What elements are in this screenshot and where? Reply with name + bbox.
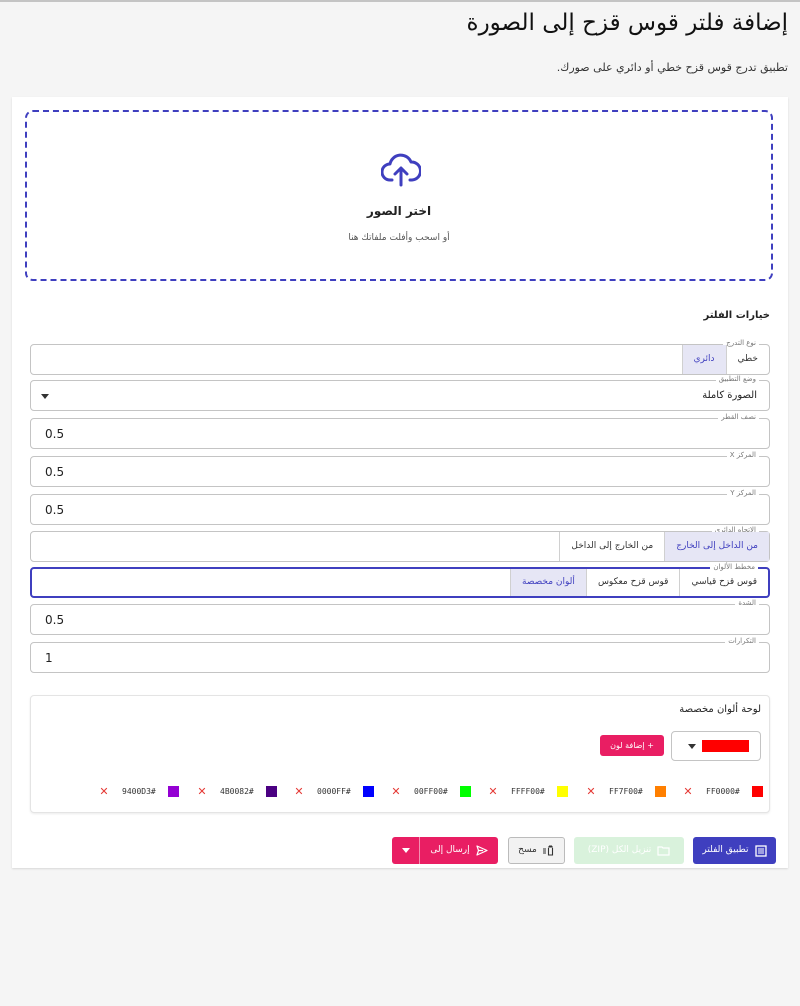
plus-icon: + [647, 741, 654, 750]
send-icon [476, 845, 488, 856]
apply-filter-label: تطبيق الفلتر [702, 845, 749, 855]
add-color-label: إضافة لون [610, 741, 645, 750]
center-x-label: المركز X [726, 451, 759, 460]
repetitions-value: 1 [45, 651, 53, 665]
color-picker[interactable] [671, 731, 761, 761]
color-hex-code: FFFF00# [511, 786, 545, 796]
radius-value: 0.5 [45, 427, 65, 441]
send-to-button[interactable]: إرسال إلى [420, 837, 498, 864]
palette-color-chip: ✕ 0000FF# [293, 784, 374, 798]
page-title: إضافة فلتر قوس قزح إلى الصورة [466, 10, 788, 36]
tool-card: اختر الصور أو اسحب وأفلت ملفاتك هنا خيار… [12, 97, 788, 868]
color-hex-code: FF7F00# [609, 786, 643, 796]
color-swatch [266, 785, 277, 797]
color-hex-code: 00FF00# [414, 786, 448, 796]
center-y-field[interactable]: المركز Y 0.5 [30, 489, 770, 525]
remove-color-icon[interactable]: ✕ [585, 785, 597, 798]
gradient-type-toggle: خطي دائري [681, 345, 769, 374]
color-swatch [460, 785, 471, 797]
gradient-linear-option[interactable]: خطي [725, 345, 769, 374]
remove-color-icon[interactable]: ✕ [293, 785, 305, 798]
remove-color-icon[interactable]: ✕ [390, 785, 402, 798]
file-dropzone[interactable]: اختر الصور أو اسحب وأفلت ملفاتك هنا [25, 110, 773, 281]
palette-color-chip: ✕ 00FF00# [390, 784, 471, 798]
filter-icon [754, 844, 767, 857]
apply-mode-label: وضع التطبيق [715, 375, 759, 384]
custom-palette: لوحة ألوان مخصصة + إضافة لون ✕ FF0000# ✕ FF… [30, 695, 770, 813]
chevron-down-icon [401, 848, 410, 853]
center-x-field[interactable]: المركز X 0.5 [30, 451, 770, 487]
dropzone-title: اختر الصور [366, 204, 432, 218]
color-swatch [655, 785, 666, 797]
color-hex-code: FF0000# [706, 786, 740, 796]
chevron-down-icon [688, 744, 696, 749]
radius-field[interactable]: نصف القطر 0.5 [30, 413, 770, 449]
intensity-field[interactable]: الشدة 0.5 [30, 599, 770, 635]
dropzone-subtitle: أو اسحب وأفلت ملفاتك هنا [348, 233, 450, 243]
direction-outside-in-option[interactable]: من الخارج إلى الداخل [559, 532, 664, 561]
palette-color-chip: ✕ FF0000# [682, 784, 763, 798]
scheme-custom-option[interactable]: ألوان مخصصة [510, 569, 586, 596]
top-border [0, 0, 800, 2]
apply-filter-button[interactable]: تطبيق الفلتر [693, 837, 776, 864]
gradient-radial-option[interactable]: دائري [681, 345, 726, 374]
color-hex-code: 0000FF# [317, 786, 351, 796]
color-scheme-field: مخطط الألوان قوس قزح قياسي قوس قزح معكوس… [30, 563, 770, 598]
intensity-label: الشدة [735, 599, 759, 608]
color-swatch [752, 785, 763, 797]
radial-direction-toggle: من الداخل إلى الخارج من الخارج إلى الداخ… [559, 532, 769, 561]
folder-download-icon [657, 846, 670, 856]
center-y-label: المركز Y [727, 489, 759, 498]
palette-color-chip: ✕ FF7F00# [585, 784, 666, 798]
scheme-standard-option[interactable]: قوس قزح قياسي [679, 569, 768, 596]
send-to-label: إرسال إلى [430, 845, 470, 855]
palette-color-chip: ✕ FFFF00# [487, 784, 568, 798]
palette-title: لوحة ألوان مخصصة [679, 704, 761, 715]
clear-button[interactable]: مسح [508, 837, 565, 864]
remove-color-icon[interactable]: ✕ [682, 785, 694, 798]
filter-options-title: خيارات الفلتر [703, 310, 770, 321]
color-hex-code: 9400D3# [122, 786, 156, 796]
page-description: تطبيق تدرج قوس قزح خطي أو دائري على صورك… [556, 61, 788, 74]
color-scheme-toggle: قوس قزح قياسي قوس قزح معكوس ألوان مخصصة [510, 569, 768, 596]
cloud-upload-icon [381, 153, 421, 187]
gradient-type-field: نوع التدرج خطي دائري [30, 339, 770, 375]
palette-color-chip: ✕ 4B0082# [196, 784, 277, 798]
repetitions-label: التكرارات [725, 637, 759, 646]
palette-color-chip: ✕ 9400D3# [98, 784, 179, 798]
direction-inside-out-option[interactable]: من الداخل إلى الخارج [664, 532, 769, 561]
download-zip-button[interactable]: تنزيل الكل (ZIP) [574, 837, 684, 864]
apply-mode-value: الصورة كاملة [702, 390, 757, 401]
download-zip-label: تنزيل الكل (ZIP) [587, 845, 652, 855]
repetitions-field[interactable]: التكرارات 1 [30, 637, 770, 673]
radial-direction-field: الاتجاه الدائري من الداخل إلى الخارج من … [30, 526, 770, 562]
radius-label: نصف القطر [718, 413, 759, 422]
center-y-value: 0.5 [45, 503, 65, 517]
center-x-value: 0.5 [45, 465, 65, 479]
send-to-dropdown-button[interactable] [392, 837, 420, 864]
color-swatch [363, 785, 374, 797]
intensity-value: 0.5 [45, 613, 65, 627]
clear-label: مسح [518, 845, 537, 855]
remove-color-icon[interactable]: ✕ [98, 785, 110, 798]
chevron-down-icon [41, 394, 49, 399]
current-color-swatch [702, 740, 749, 752]
remove-color-icon[interactable]: ✕ [487, 785, 499, 798]
scheme-reversed-option[interactable]: قوس قزح معكوس [585, 569, 680, 596]
color-hex-code: 4B0082# [220, 786, 254, 796]
color-swatch [557, 785, 568, 797]
delete-sweep-icon [542, 845, 553, 856]
apply-mode-select[interactable]: وضع التطبيق الصورة كاملة [30, 375, 770, 411]
color-swatch [168, 785, 179, 797]
remove-color-icon[interactable]: ✕ [196, 785, 208, 798]
add-color-button[interactable]: + إضافة لون [600, 735, 664, 756]
